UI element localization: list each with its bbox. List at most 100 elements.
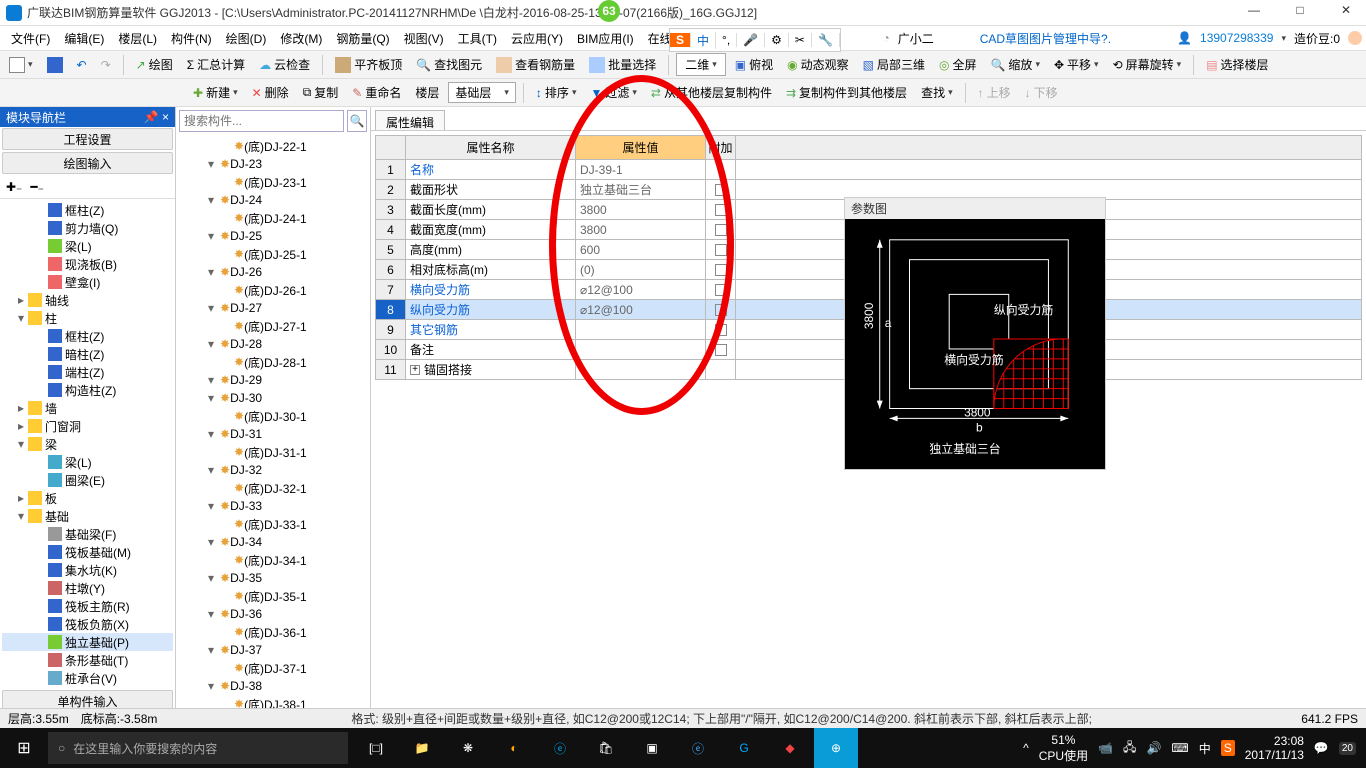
component-item[interactable]: ▾✸ DJ-38	[178, 677, 368, 695]
menu-item[interactable]: BIM应用(I)	[570, 32, 641, 46]
component-item[interactable]: ▾✸ DJ-29	[178, 371, 368, 389]
delete-button[interactable]: ✕删除	[247, 82, 294, 103]
tree-item[interactable]: ▾柱	[2, 309, 173, 327]
rename-button[interactable]: ✎重命名	[347, 82, 406, 103]
batch-button[interactable]: 批量选择	[584, 54, 661, 75]
new-component-button[interactable]: ✚新建▾	[188, 82, 243, 103]
menu-item[interactable]: 构件(N)	[164, 32, 219, 46]
fullscreen-button[interactable]: ◎全屏	[934, 54, 982, 75]
search-input[interactable]	[179, 110, 344, 132]
tree-item[interactable]: 基础梁(F)	[2, 525, 173, 543]
tree-item[interactable]: 框柱(Z)	[2, 327, 173, 345]
tree-item[interactable]: ▸门窗洞	[2, 417, 173, 435]
component-item[interactable]: ▾✸ DJ-30	[178, 389, 368, 407]
component-item[interactable]: ✸ (底)DJ-25-1	[178, 245, 368, 263]
app-g-icon[interactable]: G	[722, 728, 766, 768]
app-red-icon[interactable]: ◆	[768, 728, 812, 768]
nav-tree[interactable]: 框柱(Z)剪力墙(Q)梁(L)现浇板(B)壁龛(I)▸轴线▾柱框柱(Z)暗柱(Z…	[0, 199, 175, 689]
tree-item[interactable]: 构造柱(Z)	[2, 381, 173, 399]
search-button[interactable]: 查找▾	[916, 82, 958, 103]
tree-item[interactable]: 条形基础(T)	[2, 651, 173, 669]
tree-item[interactable]: 集水坑(K)	[2, 561, 173, 579]
flat-button[interactable]: 平齐板顶	[330, 54, 407, 75]
component-item[interactable]: ✸ (底)DJ-31-1	[178, 443, 368, 461]
app-dark-icon[interactable]: ▣	[630, 728, 674, 768]
app-active-icon[interactable]: ⊕	[814, 728, 858, 768]
tray-up-icon[interactable]: ^	[1023, 741, 1029, 755]
floor-select[interactable]: 基础层▾	[448, 82, 516, 103]
sort-button[interactable]: ↕排序▾	[531, 82, 582, 103]
nav-tool-add-icon[interactable]: ✚₋	[6, 180, 22, 194]
tree-item[interactable]: 梁(L)	[2, 453, 173, 471]
component-item[interactable]: ✸ (底)DJ-37-1	[178, 659, 368, 677]
tree-item[interactable]: 筏板基础(M)	[2, 543, 173, 561]
cloud-check-button[interactable]: ☁云检查	[254, 54, 315, 75]
taskbar-search[interactable]: ○ 在这里输入你要搜索的内容	[48, 732, 348, 764]
tree-item[interactable]: 梁(L)	[2, 237, 173, 255]
ime-gear-icon[interactable]: ⚙	[765, 33, 789, 47]
menu-item[interactable]: 视图(V)	[397, 32, 451, 46]
component-item[interactable]: ▾✸ DJ-28	[178, 335, 368, 353]
component-item[interactable]: ▾✸ DJ-36	[178, 605, 368, 623]
property-row[interactable]: 1名称DJ-39-1	[375, 160, 1362, 180]
local-3d-button[interactable]: ▧局部三维	[858, 54, 930, 75]
component-item[interactable]: ▾✸ DJ-37	[178, 641, 368, 659]
copy-button[interactable]: ⧉复制	[298, 82, 344, 103]
edge-icon[interactable]: ⓔ	[538, 728, 582, 768]
tree-item[interactable]: 现浇板(B)	[2, 255, 173, 273]
cad-tool-label[interactable]: CAD草图图片管理中导?.	[980, 30, 1111, 47]
component-item[interactable]: ▾✸ DJ-33	[178, 497, 368, 515]
component-item[interactable]: ✸ (底)DJ-34-1	[178, 551, 368, 569]
menu-item[interactable]: 绘图(D)	[219, 32, 274, 46]
ime-s-icon[interactable]: S	[670, 33, 691, 47]
rotate-button[interactable]: ⟲屏幕旋转▾	[1108, 54, 1187, 75]
tree-item[interactable]: ▾基础	[2, 507, 173, 525]
store-icon[interactable]: 🛍	[584, 728, 628, 768]
top-view-button[interactable]: ▣俯视	[730, 54, 778, 75]
maximize-button[interactable]: □	[1286, 3, 1314, 23]
tray-keyboard-icon[interactable]: ⌨	[1171, 741, 1188, 755]
new-file-icon[interactable]: ▾	[4, 55, 38, 75]
tree-item[interactable]: 剪力墙(Q)	[2, 219, 173, 237]
tree-item[interactable]: 桩承台(V)	[2, 669, 173, 687]
nav-tool-minus-icon[interactable]: ━₋	[30, 180, 44, 194]
ie-icon[interactable]: ⓔ	[676, 728, 720, 768]
tree-item[interactable]: ▸轴线	[2, 291, 173, 309]
nav-btn-project[interactable]: 工程设置	[2, 128, 173, 150]
filter-button[interactable]: ▼过滤▾	[585, 82, 641, 103]
user-dropdown-icon[interactable]: ▾	[1281, 33, 1286, 44]
tree-item[interactable]: 筏板主筋(R)	[2, 597, 173, 615]
tree-item[interactable]: 柱墩(Y)	[2, 579, 173, 597]
copy-from-button[interactable]: ⇄从其他楼层复制构件	[646, 82, 777, 103]
folder-icon[interactable]: 📁	[400, 728, 444, 768]
zoom-button[interactable]: 🔍缩放▾	[985, 54, 1045, 75]
component-item[interactable]: ▾✸ DJ-23	[178, 155, 368, 173]
move-up-button[interactable]: ↑ 上移	[973, 82, 1016, 103]
app-orange-icon[interactable]: ◐	[492, 728, 536, 768]
component-tree[interactable]: ✸ (底)DJ-22-1▾✸ DJ-23✸ (底)DJ-23-1▾✸ DJ-24…	[176, 135, 370, 737]
user-phone[interactable]: 13907298339	[1200, 31, 1273, 45]
menu-item[interactable]: 楼层(L)	[111, 32, 164, 46]
component-item[interactable]: ▾✸ DJ-34	[178, 533, 368, 551]
tray-camera-icon[interactable]: 📹	[1098, 741, 1113, 755]
save-icon[interactable]	[42, 55, 68, 75]
steel-button[interactable]: 查看钢筋量	[491, 54, 580, 75]
find-button[interactable]: 🔍查找图元	[411, 54, 487, 75]
menu-item[interactable]: 编辑(E)	[57, 32, 111, 46]
dim-button[interactable]: 二维▾	[676, 53, 726, 76]
close-button[interactable]: ✕	[1332, 3, 1360, 23]
ime-mic-icon[interactable]: 🎤	[737, 33, 765, 47]
component-item[interactable]: ▾✸ DJ-31	[178, 425, 368, 443]
select-floor-button[interactable]: ▤选择楼层	[1201, 54, 1273, 75]
property-tab[interactable]: 属性编辑	[375, 110, 445, 130]
component-item[interactable]: ✸ (底)DJ-27-1	[178, 317, 368, 335]
menu-item[interactable]: 云应用(Y)	[504, 32, 570, 46]
tree-item[interactable]: 承台梁(F)	[2, 687, 173, 689]
move-down-button[interactable]: ↓ 下移	[1020, 82, 1063, 103]
notification-badge[interactable]: 63	[598, 0, 620, 22]
tray-network-icon[interactable]: 🖧	[1123, 738, 1136, 759]
tree-item[interactable]: ▸墙	[2, 399, 173, 417]
app-swirl-icon[interactable]: ❋	[446, 728, 490, 768]
component-item[interactable]: ✸ (底)DJ-23-1	[178, 173, 368, 191]
search-go-button[interactable]: 🔍	[347, 110, 367, 132]
